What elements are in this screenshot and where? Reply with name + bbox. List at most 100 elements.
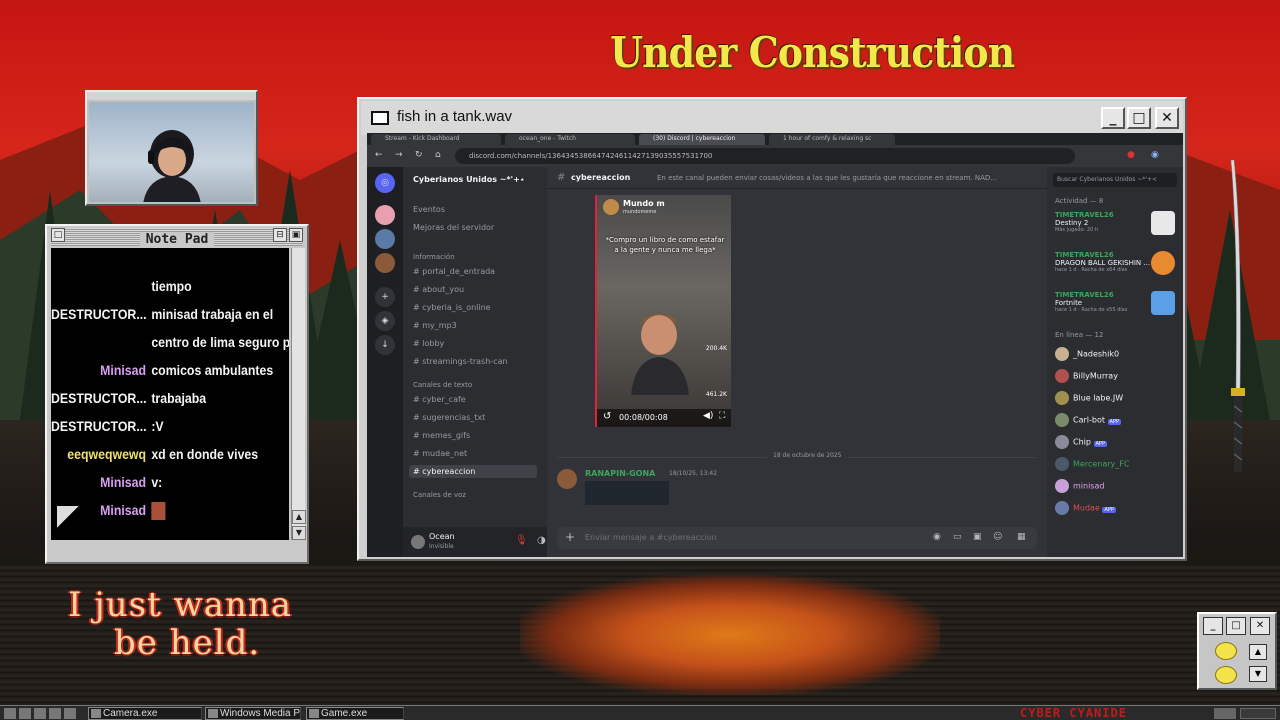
channel-item[interactable]: # memes_gifs bbox=[413, 431, 470, 440]
scroll-up-icon[interactable]: ▲ bbox=[292, 510, 306, 524]
activity-card[interactable]: TIMETRAVEL26 DRAGON BALL GEKISHIN ... ha… bbox=[1055, 251, 1179, 275]
notepad-titlebar[interactable]: Note Pad bbox=[51, 228, 303, 247]
activity-card[interactable]: TIMETRAVEL26 Destiny 2 Más jugado: 20 h bbox=[1055, 211, 1179, 235]
server-icon[interactable] bbox=[375, 229, 395, 249]
message-author[interactable]: RANAPIN-GONA bbox=[585, 469, 655, 478]
video-embed[interactable]: Mundo m mundomeme *Compro un libro de co… bbox=[595, 195, 731, 427]
category-text[interactable]: Canales de texto bbox=[413, 381, 472, 389]
mute-icon[interactable]: 🎙 bbox=[515, 535, 528, 546]
fullscreen-icon[interactable]: ⛶ bbox=[719, 411, 725, 421]
attach-plus-icon[interactable]: + bbox=[565, 530, 575, 544]
headset-icon[interactable]: ◑ bbox=[537, 535, 546, 546]
replay-icon[interactable]: ↺ bbox=[603, 411, 611, 422]
discord-home-icon[interactable]: ◎ bbox=[375, 173, 395, 193]
member-item[interactable]: Chip APP bbox=[1055, 435, 1107, 449]
quicklaunch-icon[interactable] bbox=[49, 708, 61, 719]
channel-topic[interactable]: En este canal pueden enviar cosas/videos… bbox=[657, 174, 997, 182]
close-button[interactable]: ✕ bbox=[1250, 617, 1270, 635]
channel-item-active[interactable]: # cybereaccion bbox=[409, 465, 537, 478]
server-icon[interactable] bbox=[375, 205, 395, 225]
boost-item[interactable]: Mejoras del servidor bbox=[413, 223, 494, 232]
activity-card[interactable]: TIMETRAVEL26 Fortnite hace 1 d · Racha d… bbox=[1055, 291, 1179, 315]
media-window[interactable]: fish in a tank.wav _ □ ✕ Stream - Kick D… bbox=[357, 97, 1187, 561]
events-item[interactable]: Eventos bbox=[413, 205, 445, 214]
avatar[interactable] bbox=[557, 469, 577, 489]
camera-titlebar[interactable] bbox=[87, 92, 256, 100]
category-voice[interactable]: Canales de voz bbox=[413, 491, 466, 499]
notepad-menu-button[interactable]: □ bbox=[51, 228, 65, 242]
channel-item[interactable]: # lobby bbox=[413, 339, 444, 348]
channel-item[interactable]: # about_you bbox=[413, 285, 464, 294]
member-name: minisad bbox=[1073, 481, 1105, 491]
channel-item[interactable]: # my_mp3 bbox=[413, 321, 457, 330]
taskbar-item-camera[interactable]: Camera.exe bbox=[88, 707, 202, 720]
add-server-icon[interactable]: + bbox=[375, 287, 395, 307]
discover-icon[interactable]: ◈ bbox=[375, 311, 395, 331]
apps-icon[interactable]: ▦ bbox=[1017, 532, 1026, 542]
member-item[interactable]: Mercenary_FC bbox=[1055, 457, 1129, 471]
scroll-down-icon[interactable]: ▼ bbox=[1249, 666, 1267, 682]
scroll-down-icon[interactable]: ▼ bbox=[292, 526, 306, 540]
channel-item[interactable]: # streamings-trash-can bbox=[413, 357, 508, 366]
forward-icon[interactable]: → bbox=[395, 150, 403, 160]
member-item[interactable]: BillyMurray bbox=[1055, 369, 1118, 383]
notepad-restore-button[interactable]: ⊟ bbox=[273, 228, 287, 242]
gif-icon[interactable]: ▭ bbox=[953, 532, 962, 542]
browser-tab[interactable]: Stream - Kick Dashboard bbox=[371, 134, 501, 145]
url-field[interactable]: discord.com/channels/1364345386647424611… bbox=[455, 148, 1075, 164]
avatar[interactable] bbox=[411, 535, 425, 549]
channel-item[interactable]: # mudae_net bbox=[413, 449, 467, 458]
notepad-scrollbar[interactable]: ▲ ▼ bbox=[291, 248, 306, 540]
member-item[interactable]: _Nadeshik0 bbox=[1055, 347, 1119, 361]
server-icon[interactable] bbox=[375, 253, 395, 273]
notepad-window[interactable]: Note Pad □ ⊟ ▣ tiempo DESTRUCTOR... mini… bbox=[45, 224, 309, 564]
close-button[interactable]: ✕ bbox=[1155, 107, 1179, 129]
maximize-button[interactable]: □ bbox=[1127, 107, 1151, 129]
channel-sidebar: Cyberianos Unidos ~*'+⋆ Eventos Mejoras … bbox=[403, 167, 583, 557]
channel-item[interactable]: # cyber_cafe bbox=[413, 395, 466, 404]
browser-tab-active[interactable]: (30) Discord | cybereaccion bbox=[639, 134, 765, 145]
channel-item[interactable]: # sugerencias_txt bbox=[413, 413, 485, 422]
maximize-button[interactable]: □ bbox=[1226, 617, 1246, 635]
member-item[interactable]: minisad bbox=[1055, 479, 1104, 493]
media-window-titlebar[interactable]: fish in a tank.wav _ □ ✕ bbox=[361, 101, 1183, 135]
profile-icon[interactable]: ◉ bbox=[1151, 150, 1159, 160]
browser-tab[interactable]: ocean_one - Twitch bbox=[505, 134, 635, 145]
extension-icon[interactable]: ● bbox=[1127, 150, 1135, 160]
member-item[interactable]: Mudae APP bbox=[1055, 501, 1116, 515]
quicklaunch-icon[interactable] bbox=[34, 708, 46, 719]
smiley-window[interactable]: _ □ ✕ ▲ ▼ bbox=[1197, 612, 1277, 690]
server-name[interactable]: Cyberianos Unidos ~*'+⋆ bbox=[413, 175, 525, 184]
back-icon[interactable]: ← bbox=[375, 150, 383, 160]
channel-item[interactable]: # cyberia_is_online bbox=[413, 303, 491, 312]
message-attachment[interactable] bbox=[585, 481, 669, 505]
camera-window[interactable] bbox=[85, 90, 258, 206]
member-item[interactable]: Blue labe.JW bbox=[1055, 391, 1123, 405]
minimize-button[interactable]: _ bbox=[1101, 107, 1125, 129]
tray-icon[interactable] bbox=[1214, 708, 1236, 719]
message-composer[interactable]: + Enviar mensaje a #cybereaccion ◉ ▭ ▣ ☺… bbox=[557, 527, 1037, 549]
sticker-icon[interactable]: ▣ bbox=[973, 532, 982, 542]
gift-icon[interactable]: ◉ bbox=[933, 532, 941, 542]
quicklaunch-icon[interactable] bbox=[64, 708, 76, 719]
member-item[interactable]: Carl-bot APP bbox=[1055, 413, 1121, 427]
member-name: Mercenary_FC bbox=[1073, 459, 1130, 469]
browser-tab[interactable]: 1 hour of comfy & relaxing sc bbox=[769, 134, 895, 145]
taskbar-item-game[interactable]: Game.exe bbox=[306, 707, 404, 720]
quicklaunch-icon[interactable] bbox=[4, 708, 16, 719]
download-icon[interactable]: ↓ bbox=[375, 335, 395, 355]
volume-icon[interactable]: ◀) bbox=[703, 411, 713, 421]
tray-clock[interactable] bbox=[1240, 708, 1276, 719]
server-search[interactable]: Buscar Cyberianos Unidos ~*'+< bbox=[1053, 173, 1177, 187]
scroll-up-icon[interactable]: ▲ bbox=[1249, 644, 1267, 660]
taskbar-item-media[interactable]: Windows Media Pla bbox=[205, 707, 301, 720]
notepad-maximize-button[interactable]: ▣ bbox=[289, 228, 303, 242]
reload-icon[interactable]: ↻ bbox=[415, 150, 423, 160]
category-info[interactable]: Información bbox=[413, 253, 455, 261]
emoji-icon[interactable]: ☺ bbox=[993, 532, 1002, 542]
home-icon[interactable]: ⌂ bbox=[435, 150, 441, 160]
channel-item[interactable]: # portal_de_entrada bbox=[413, 267, 495, 276]
minimize-button[interactable]: _ bbox=[1203, 617, 1223, 635]
quicklaunch-icon[interactable] bbox=[19, 708, 31, 719]
server-list: ◎ + ◈ ↓ bbox=[367, 167, 403, 557]
